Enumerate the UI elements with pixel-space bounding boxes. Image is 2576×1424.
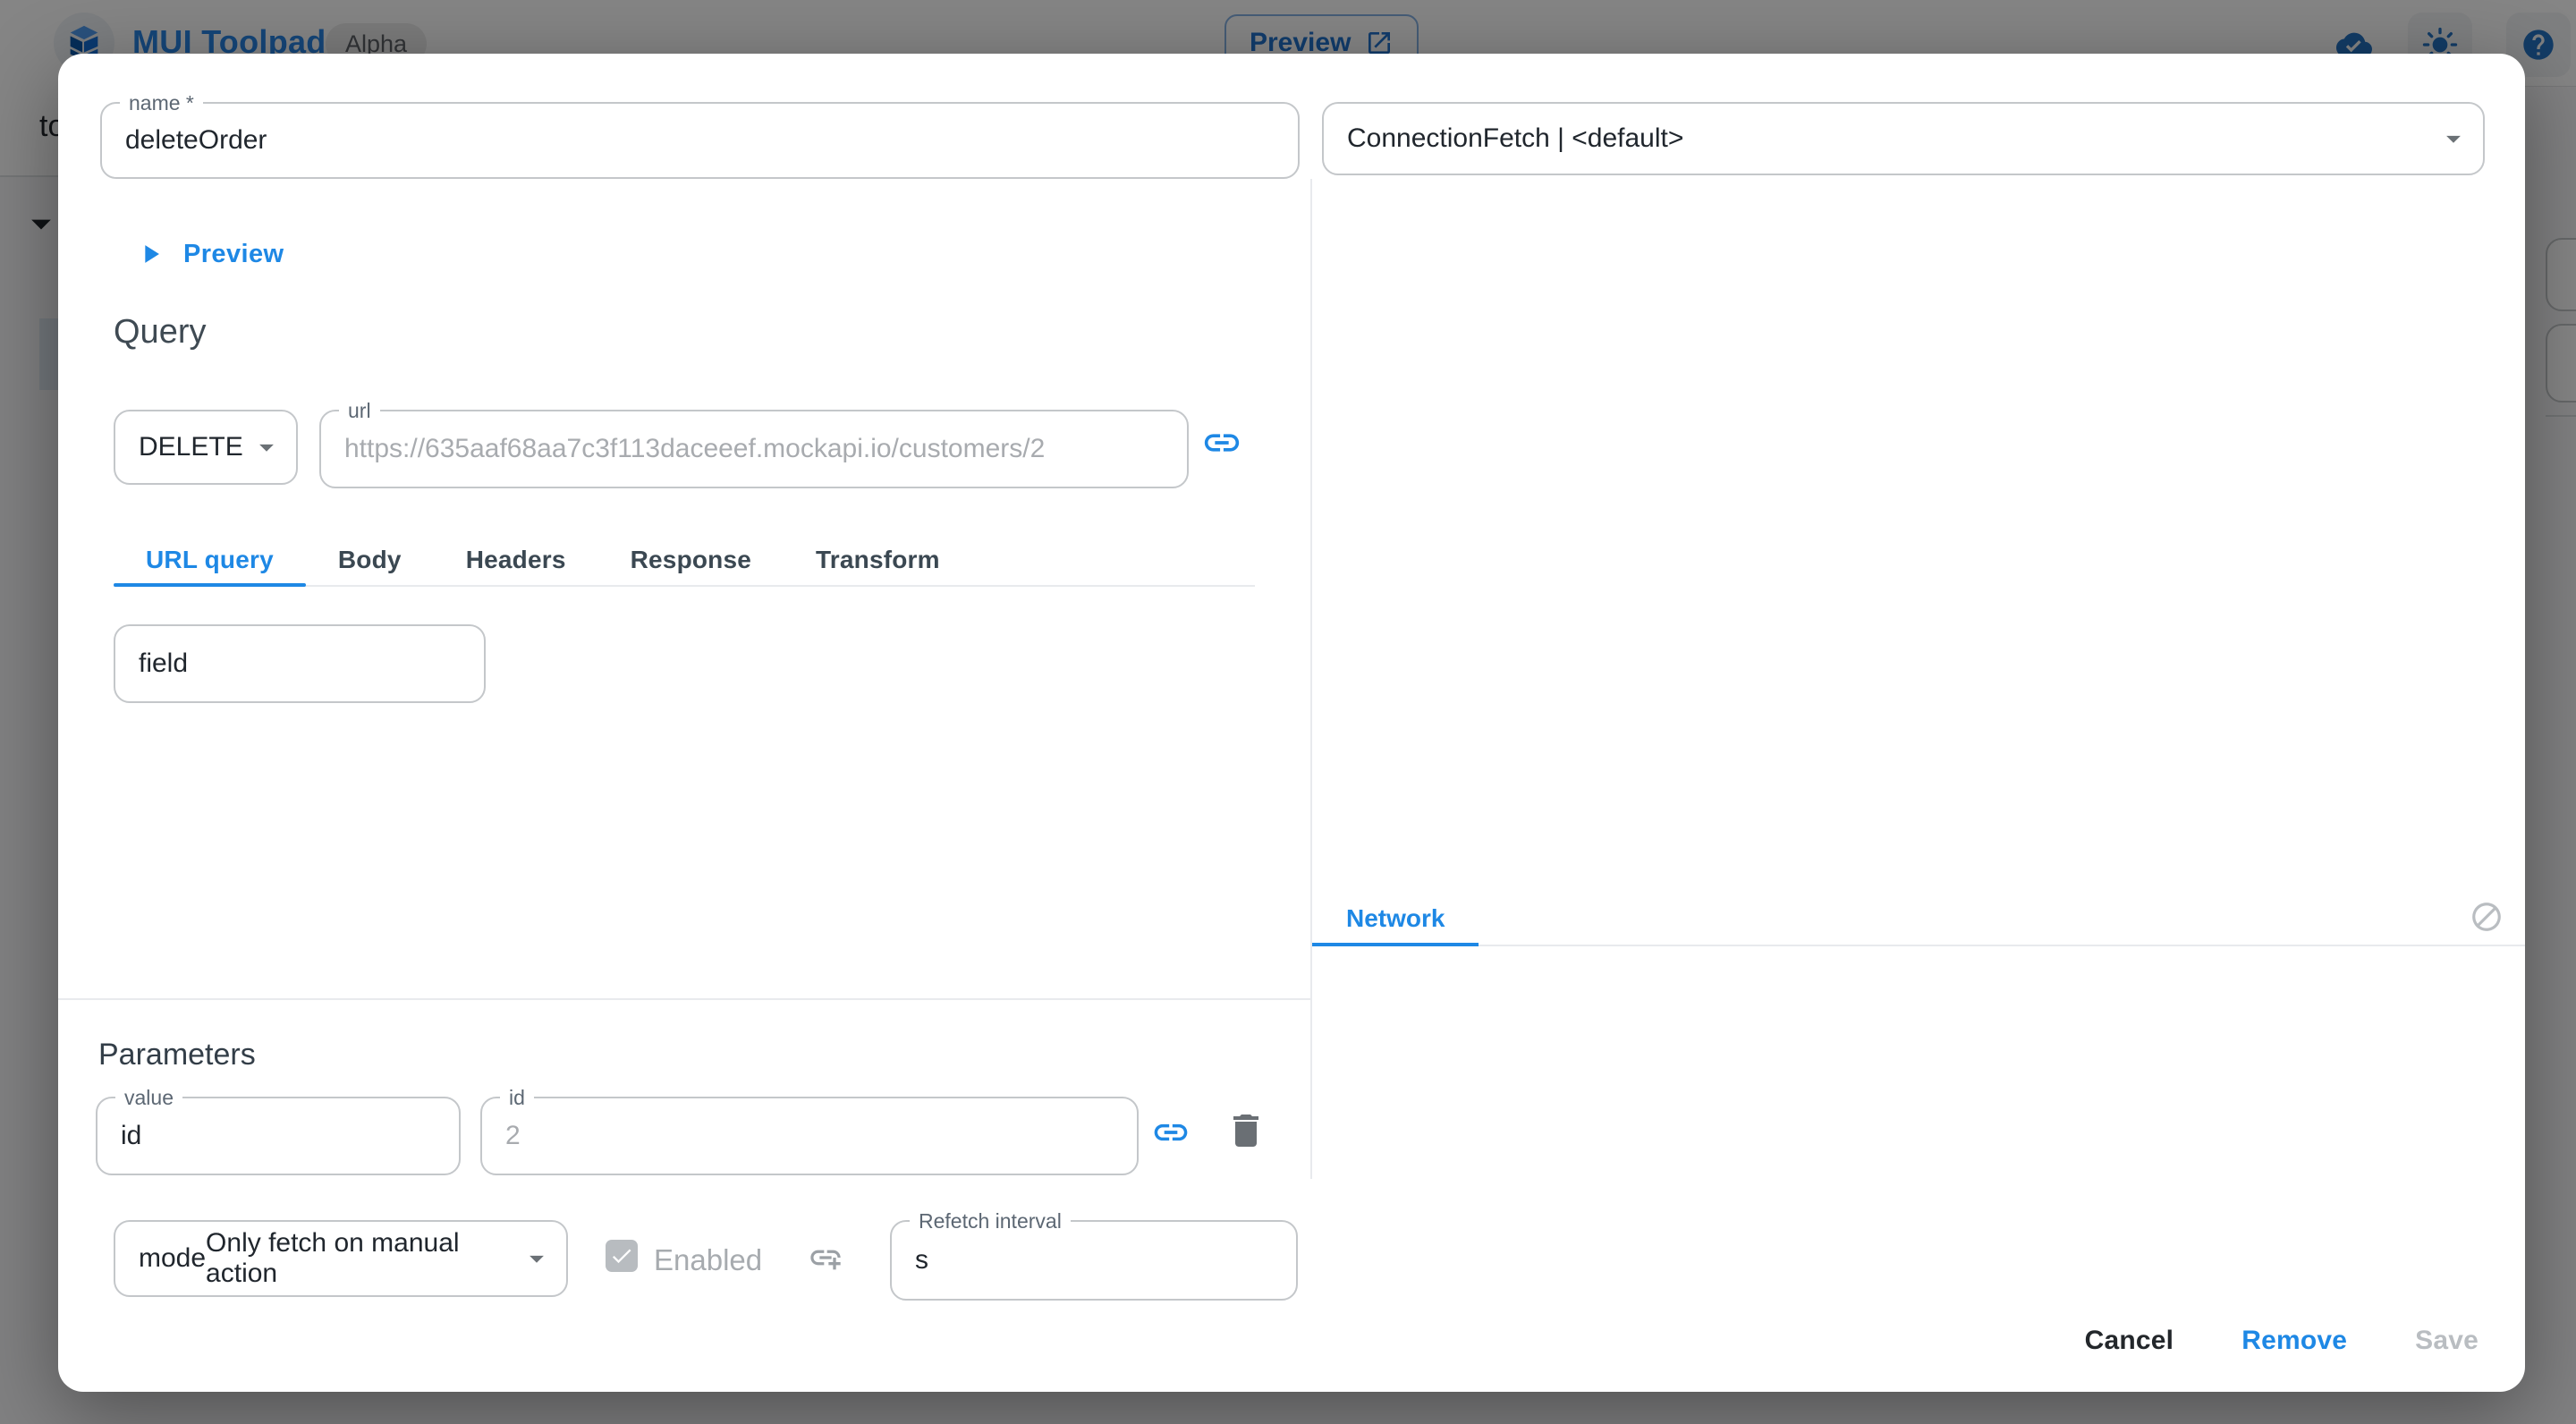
fetch-mode-label: mode [139, 1243, 206, 1274]
cancel-button[interactable]: Cancel [2062, 1317, 2198, 1365]
param-value-field[interactable]: id [480, 1097, 1139, 1175]
run-preview-label: Preview [183, 240, 284, 269]
fetch-mode-select[interactable]: mode Only fetch on manual action [114, 1220, 568, 1297]
query-name-field[interactable]: name * [100, 102, 1300, 179]
link-icon [1151, 1113, 1191, 1152]
panel-divider [1310, 179, 1312, 1179]
tab-transform[interactable]: Transform [784, 535, 972, 585]
request-tabs: URL query Body Headers Response Transfor… [114, 535, 1255, 587]
tab-headers[interactable]: Headers [434, 535, 598, 585]
tab-network[interactable]: Network [1312, 893, 1479, 945]
parameters-title: Parameters [98, 1038, 256, 1072]
clear-network-button[interactable] [2470, 900, 2504, 934]
add-link-icon [808, 1240, 843, 1276]
save-button[interactable]: Save [2392, 1317, 2502, 1365]
chevron-down-icon [2436, 122, 2470, 156]
run-preview-button[interactable]: Preview [123, 229, 296, 279]
tab-transform-label: Transform [816, 546, 940, 574]
tab-response-label: Response [631, 546, 751, 574]
query-name-input[interactable] [102, 104, 1298, 177]
tab-body[interactable]: Body [306, 535, 434, 585]
fetch-mode-value: Only fetch on manual action [206, 1228, 513, 1289]
trash-icon [1224, 1109, 1267, 1152]
tab-body-label: Body [338, 546, 402, 574]
refetch-interval-input[interactable] [892, 1222, 1296, 1299]
bind-url-button[interactable] [1201, 422, 1242, 463]
dialog-actions: Cancel Remove Save [2062, 1317, 2502, 1365]
connection-label: Connection [1347, 123, 1483, 154]
check-icon [609, 1243, 634, 1268]
http-method-value: DELETE [139, 432, 243, 462]
play-icon [135, 239, 165, 269]
block-icon [2470, 900, 2504, 934]
query-param-field[interactable] [114, 624, 486, 703]
param-name-input[interactable] [97, 1098, 459, 1174]
query-param-input[interactable] [115, 626, 484, 701]
delete-param-button[interactable] [1224, 1109, 1267, 1152]
http-method-select[interactable]: DELETE [114, 410, 298, 485]
network-bar: Network [1312, 893, 2525, 946]
enabled-checkbox[interactable] [606, 1240, 638, 1272]
tab-headers-label: Headers [466, 546, 566, 574]
url-input[interactable] [321, 411, 1187, 487]
param-name-field[interactable]: value [96, 1097, 461, 1175]
enabled-label: Enabled [654, 1243, 762, 1277]
parameters-divider [58, 998, 1310, 1000]
tab-url-query[interactable]: URL query [114, 535, 306, 585]
query-section-title: Query [114, 313, 206, 352]
tab-network-label: Network [1346, 904, 1445, 933]
chevron-down-icon [250, 430, 284, 464]
bind-enabled-button[interactable] [808, 1240, 843, 1276]
param-value-input[interactable] [482, 1098, 1137, 1174]
bind-param-button[interactable] [1151, 1113, 1191, 1152]
tab-response[interactable]: Response [598, 535, 784, 585]
chevron-down-icon [520, 1242, 554, 1276]
network-tab-indicator [1312, 943, 1479, 946]
tab-url-query-label: URL query [146, 546, 274, 574]
query-editor-dialog: name * Connection Fetch | <default> Prev… [58, 54, 2525, 1392]
remove-button[interactable]: Remove [2218, 1317, 2370, 1365]
screen: MUI Toolpad Alpha Preview [0, 0, 2576, 1424]
link-icon [1201, 422, 1242, 463]
connection-value: Fetch | <default> [1483, 123, 1684, 154]
refetch-interval-field[interactable]: Refetch interval [890, 1220, 1298, 1301]
connection-select[interactable]: Connection Fetch | <default> [1322, 102, 2485, 175]
url-field[interactable]: url [319, 410, 1189, 488]
active-tab-indicator [114, 583, 306, 587]
